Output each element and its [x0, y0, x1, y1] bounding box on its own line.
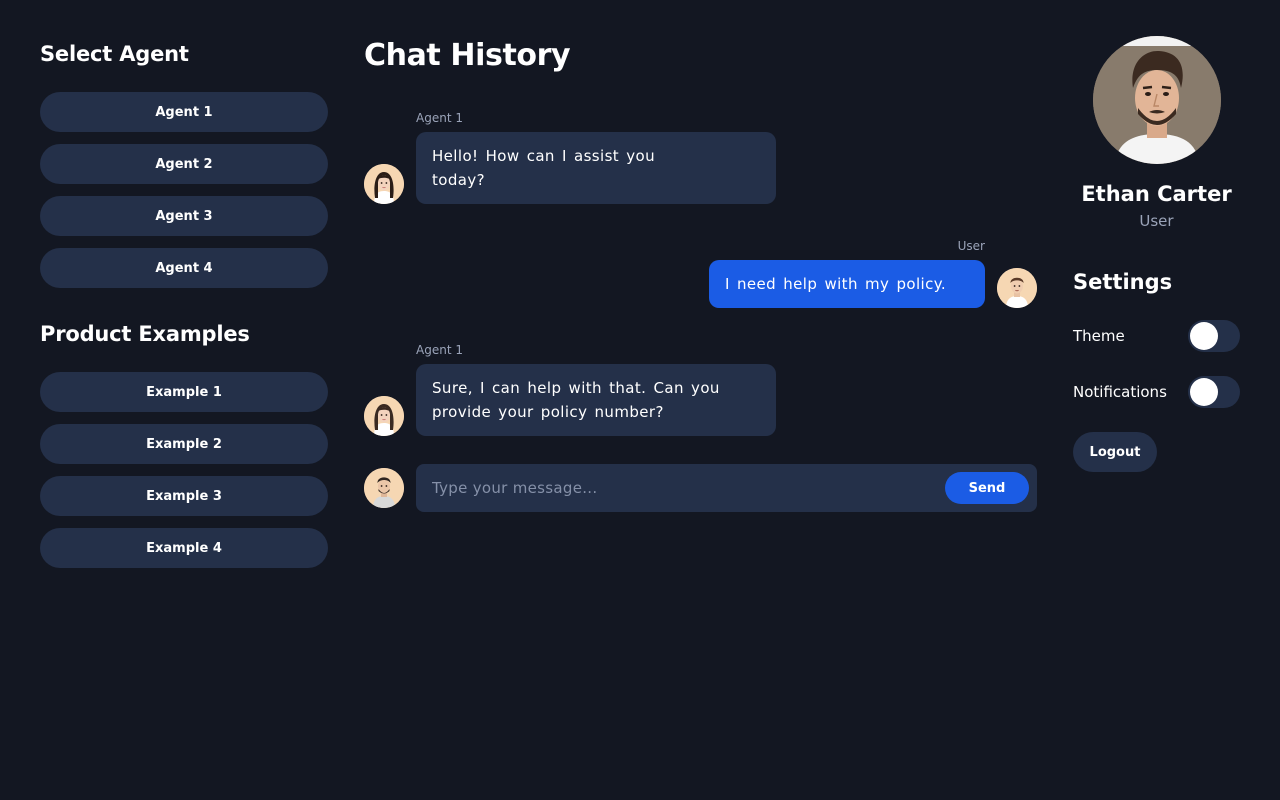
toggle-knob: [1190, 378, 1218, 406]
left-sidebar: Select Agent Agent 1 Agent 2 Agent 3 Age…: [40, 40, 328, 568]
product-examples-heading: Product Examples: [40, 322, 250, 346]
chat-message-user: User I need help with my policy.: [709, 238, 985, 308]
send-button[interactable]: Send: [945, 472, 1029, 504]
agent-1-button[interactable]: Agent 1: [40, 92, 328, 132]
toggle-knob: [1190, 322, 1218, 350]
female-agent-avatar-icon: [364, 396, 404, 436]
profile-name: Ethan Carter: [1081, 182, 1232, 206]
agent-2-button[interactable]: Agent 2: [40, 144, 328, 184]
message-bubble: Hello! How can I assist you today?: [416, 132, 776, 204]
message-input[interactable]: [416, 464, 936, 512]
theme-toggle[interactable]: [1188, 320, 1240, 352]
example-2-button[interactable]: Example 2: [40, 424, 328, 464]
example-3-button[interactable]: Example 3: [40, 476, 328, 516]
profile-role: User: [1139, 212, 1174, 230]
app-root: Select Agent Agent 1 Agent 2 Agent 3 Age…: [0, 0, 1280, 800]
message-sender: Agent 1: [416, 343, 463, 357]
settings-heading: Settings: [1073, 270, 1173, 294]
male-user-avatar-icon: [364, 468, 404, 508]
notifications-label: Notifications: [1073, 383, 1167, 401]
logout-button[interactable]: Logout: [1073, 432, 1157, 472]
chat-message-agent: Agent 1 Sure, I can help with that. Can …: [416, 342, 776, 436]
theme-setting-row: Theme: [1073, 320, 1240, 352]
message-composer: Send: [416, 464, 1037, 512]
example-list: Example 1 Example 2 Example 3 Example 4: [40, 372, 328, 568]
select-agent-heading: Select Agent: [40, 42, 189, 66]
example-1-button[interactable]: Example 1: [40, 372, 328, 412]
message-bubble: Sure, I can help with that. Can you prov…: [416, 364, 776, 436]
message-bubble: I need help with my policy.: [709, 260, 985, 308]
chat-history-title: Chat History: [364, 38, 571, 73]
agent-4-button[interactable]: Agent 4: [40, 248, 328, 288]
profile-photo-avatar: [1093, 36, 1221, 164]
chat-message-agent: Agent 1 Hello! How can I assist you toda…: [416, 110, 776, 204]
message-sender: Agent 1: [416, 111, 463, 125]
theme-label: Theme: [1073, 327, 1125, 345]
male-user-avatar-icon: [997, 268, 1037, 308]
example-4-button[interactable]: Example 4: [40, 528, 328, 568]
notifications-toggle[interactable]: [1188, 376, 1240, 408]
notifications-setting-row: Notifications: [1073, 376, 1240, 408]
message-sender: User: [957, 239, 985, 253]
agent-list: Agent 1 Agent 2 Agent 3 Agent 4: [40, 92, 328, 288]
agent-3-button[interactable]: Agent 3: [40, 196, 328, 236]
female-agent-avatar-icon: [364, 164, 404, 204]
